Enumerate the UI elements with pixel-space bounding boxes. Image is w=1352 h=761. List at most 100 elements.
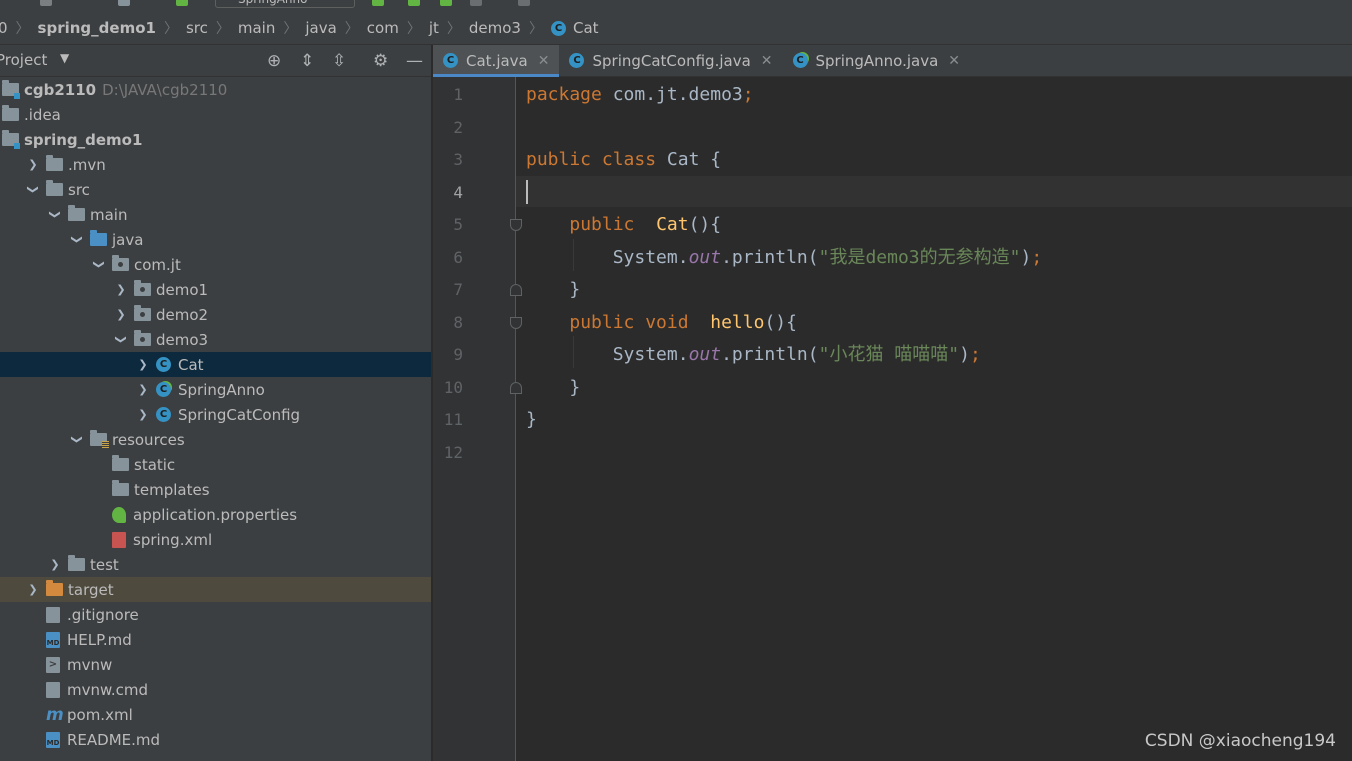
- class-icon: C: [156, 407, 171, 422]
- tree-item-demo3[interactable]: ❯ demo3: [0, 327, 431, 352]
- tree-item-idea[interactable]: ❯.idea: [0, 102, 431, 127]
- breadcrumb-item-jt[interactable]: jt: [429, 19, 439, 37]
- tree-item-cat[interactable]: ❯ C Cat: [0, 352, 431, 377]
- tree-item-label: mvnw.cmd: [67, 680, 149, 699]
- tree-item-pom-xml[interactable]: ❯mpom.xml: [0, 702, 431, 727]
- close-icon[interactable]: ✕: [948, 53, 960, 69]
- project-view-title[interactable]: Project: [0, 51, 47, 69]
- code-token: System.: [526, 344, 689, 365]
- tree-item-label: .mvn: [68, 155, 106, 174]
- fold-start-icon[interactable]: [510, 219, 522, 231]
- breadcrumb-item-java[interactable]: java: [305, 19, 336, 37]
- breadcrumb-item-com[interactable]: com: [367, 19, 399, 37]
- tree-item-templates[interactable]: ❯templates: [0, 477, 431, 502]
- chevron-down-icon[interactable]: ❯: [115, 333, 128, 347]
- expand-all-icon[interactable]: ⇕: [300, 51, 314, 71]
- chevron-right-icon[interactable]: ❯: [114, 283, 128, 296]
- code-token: ): [959, 344, 970, 365]
- tree-item-resources[interactable]: ❯ resources: [0, 427, 431, 452]
- code-line: public class Cat {: [526, 144, 721, 176]
- tree-item-mvn[interactable]: ❯ .mvn: [0, 152, 431, 177]
- chevron-down-icon[interactable]: ▼: [60, 51, 69, 65]
- chevron-right-icon[interactable]: ❯: [48, 558, 62, 571]
- class-icon: C: [156, 357, 171, 372]
- tree-item-label: application.properties: [133, 505, 298, 524]
- chevron-right-icon[interactable]: ❯: [26, 158, 40, 171]
- stop-icon[interactable]: [518, 0, 530, 6]
- tree-item-label: demo2: [156, 305, 209, 324]
- tab-cat-java[interactable]: C Cat.java ✕: [433, 45, 560, 77]
- tree-item-mvnw[interactable]: ❯>mvnw: [0, 652, 431, 677]
- tree-item-label: com.jt: [134, 255, 181, 274]
- tree-item-help-md[interactable]: ❯MDHELP.md: [0, 627, 431, 652]
- minimize-icon[interactable]: —: [406, 51, 423, 71]
- tree-item-demo2[interactable]: ❯ demo2: [0, 302, 431, 327]
- fold-start-icon[interactable]: [510, 316, 522, 329]
- back-icon[interactable]: [40, 0, 52, 6]
- breadcrumb-item-demo3[interactable]: demo3: [469, 19, 521, 37]
- close-icon[interactable]: ✕: [761, 53, 773, 69]
- tree-item-test[interactable]: ❯ test: [0, 552, 431, 577]
- tree-item-label: README.md: [67, 730, 161, 749]
- code-token: }: [526, 376, 581, 398]
- tree-item-readme-md[interactable]: ❯MDREADME.md: [0, 727, 431, 752]
- chevron-down-icon[interactable]: ❯: [71, 433, 84, 447]
- tree-item-cgb2110[interactable]: ❯cgb2110D:\JAVA\cgb2110: [0, 77, 431, 102]
- chevron-right-icon[interactable]: ❯: [136, 408, 150, 421]
- build-icon[interactable]: [118, 0, 130, 6]
- tree-item-label: demo3: [156, 330, 209, 349]
- tree-item-src[interactable]: ❯ src: [0, 177, 431, 202]
- line-number: 2: [453, 117, 463, 137]
- run-configuration-selector[interactable]: SpringAnno: [215, 0, 355, 8]
- gear-icon[interactable]: ⚙: [373, 51, 388, 71]
- hammer-icon[interactable]: [176, 0, 188, 6]
- code-token: out: [688, 246, 722, 268]
- tree-item-springcatconfig[interactable]: ❯ C SpringCatConfig: [0, 402, 431, 427]
- chevron-down-icon[interactable]: ❯: [93, 258, 106, 272]
- breadcrumb-separator: 〉: [528, 21, 543, 37]
- chevron-right-icon[interactable]: ❯: [26, 583, 40, 596]
- tab-springcatconfig-java[interactable]: C SpringCatConfig.java ✕: [559, 45, 782, 76]
- tree-item-target[interactable]: ❯ target: [0, 577, 431, 602]
- tree-item-com-jt[interactable]: ❯ com.jt: [0, 252, 431, 277]
- breadcrumb-item-cat[interactable]: Cat: [573, 19, 599, 37]
- tab-label: Cat.java: [466, 51, 528, 70]
- tree-item-main[interactable]: ❯ main: [0, 202, 431, 227]
- tree-item-spring-xml[interactable]: ❯spring.xml: [0, 527, 431, 552]
- profile-icon[interactable]: [470, 0, 482, 6]
- tree-item-gitignore[interactable]: ❯.gitignore: [0, 602, 431, 627]
- module-folder-icon: [2, 130, 20, 149]
- breadcrumb-item-main[interactable]: main: [238, 19, 275, 37]
- fold-end-icon[interactable]: [510, 284, 522, 296]
- tab-springanno-java[interactable]: C SpringAnno.java ✕: [783, 45, 971, 76]
- code-token: com.jt.demo3: [612, 84, 743, 105]
- coverage-icon[interactable]: [440, 0, 452, 6]
- tree-item-mvnw-cmd[interactable]: ❯mvnw.cmd: [0, 677, 431, 702]
- chevron-right-icon[interactable]: ❯: [114, 308, 128, 321]
- breadcrumb-item-project[interactable]: spring_demo1: [38, 19, 156, 37]
- tree-item-java[interactable]: ❯ java: [0, 227, 431, 252]
- close-icon[interactable]: ✕: [538, 53, 550, 69]
- breadcrumb-item-src[interactable]: src: [186, 19, 208, 37]
- editor-gutter[interactable]: 1 2 3 4 5 6 7 8 9 10 11 12: [433, 77, 522, 761]
- code-editor[interactable]: 1 2 3 4 5 6 7 8 9 10 11 12 package com.jt.demo3; pub…: [433, 77, 1352, 761]
- chevron-right-icon[interactable]: ❯: [136, 358, 150, 371]
- tree-item-static[interactable]: ❯static: [0, 452, 431, 477]
- collapse-all-icon[interactable]: ⇳: [332, 51, 346, 71]
- locate-file-icon[interactable]: ⊕: [267, 51, 281, 71]
- chevron-down-icon[interactable]: ❯: [27, 183, 40, 197]
- tree-item-demo1[interactable]: ❯ demo1: [0, 277, 431, 302]
- chevron-down-icon[interactable]: ❯: [49, 208, 62, 222]
- fold-end-icon[interactable]: [510, 381, 522, 394]
- tree-item-springanno[interactable]: ❯ C SpringAnno: [0, 377, 431, 402]
- tree-item-label: .gitignore: [67, 605, 139, 624]
- maven-file-icon: m: [46, 704, 64, 725]
- debug-icon[interactable]: [408, 0, 420, 6]
- run-icon[interactable]: [372, 0, 384, 6]
- line-number: 1: [453, 85, 463, 104]
- chevron-down-icon[interactable]: ❯: [71, 233, 84, 247]
- tree-item-spring-demo1[interactable]: ❯spring_demo1: [0, 127, 431, 152]
- text-file-icon: [46, 681, 60, 698]
- chevron-right-icon[interactable]: ❯: [136, 383, 150, 396]
- tree-item-application-properties[interactable]: ❯application.properties: [0, 502, 431, 527]
